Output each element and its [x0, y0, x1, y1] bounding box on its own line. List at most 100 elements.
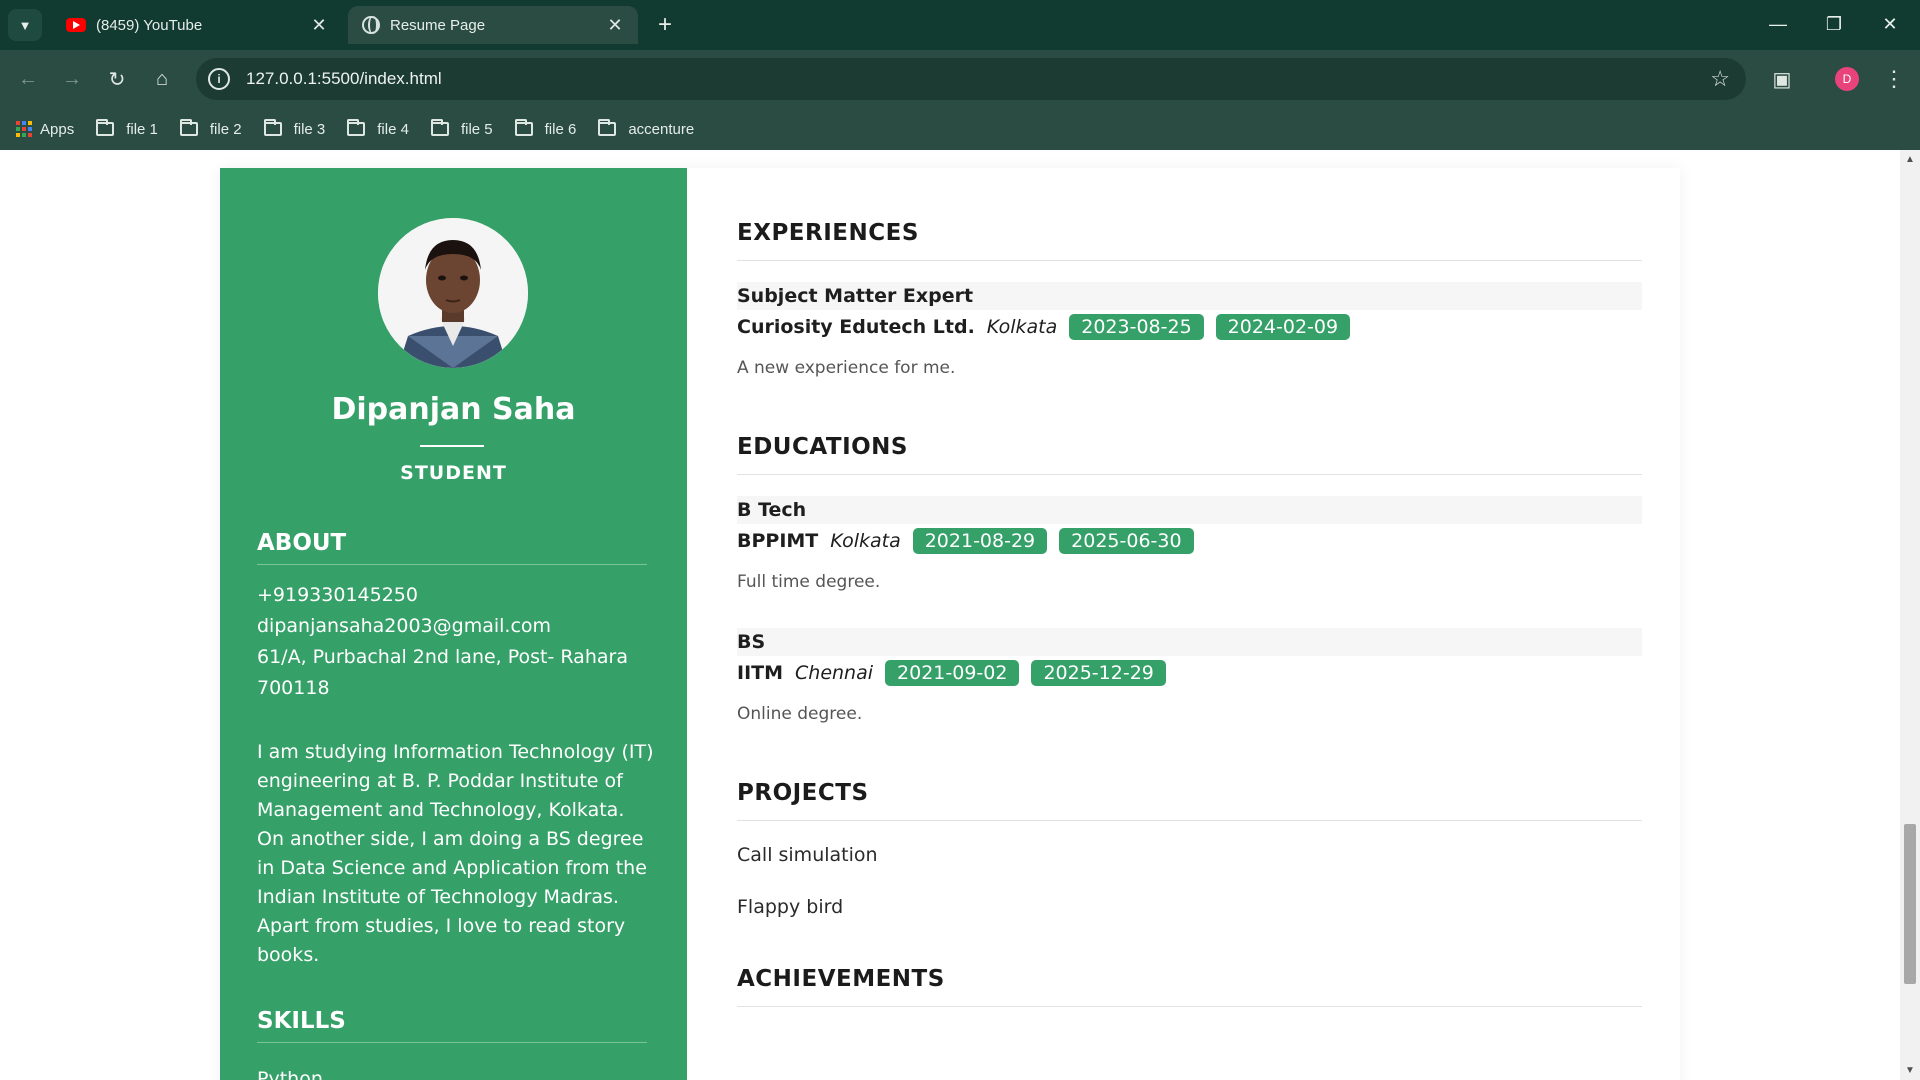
bookmark-label: accenture [628, 120, 695, 138]
restore-button[interactable]: ❐ [1814, 8, 1854, 40]
folder-icon [96, 119, 115, 136]
skills-divider [257, 1042, 647, 1043]
tab-title: Resume Page [390, 16, 486, 34]
person-role: STUDENT [400, 462, 507, 484]
scroll-up-arrow-icon[interactable]: ▲ [1905, 154, 1915, 165]
youtube-icon [66, 18, 86, 32]
home-icon: ⌂ [155, 67, 169, 90]
experience-title: Subject Matter Expert [737, 282, 1642, 310]
folder-icon [347, 119, 366, 136]
reload-button[interactable]: ↻ [101, 63, 133, 95]
arrow-left-icon: ← [18, 67, 38, 90]
project-item: Flappy bird [737, 896, 844, 918]
bookmark-label: Apps [40, 120, 75, 138]
achievements-divider [737, 1006, 1642, 1007]
education-org: IITM [737, 662, 784, 684]
close-icon[interactable]: ✕ [310, 15, 328, 36]
home-button[interactable]: ⌂ [146, 63, 178, 95]
education-meta: BPPIMT Kolkata 2021-08-29 2025-06-30 [737, 528, 1206, 554]
bookmark-label: file 4 [377, 120, 409, 138]
bookmarks-bar: Apps file 1 file 2 file 3 file 4 file 5 … [0, 108, 1920, 150]
back-button[interactable]: ← [12, 63, 44, 95]
profile-avatar[interactable]: D [1835, 67, 1859, 91]
end-date-badge: 2024-02-09 [1215, 314, 1351, 340]
education-location: Kolkata [830, 530, 901, 552]
window-close-button[interactable]: ✕ [1870, 8, 1910, 40]
end-date-badge: 2025-06-30 [1059, 528, 1194, 554]
profile-photo [378, 218, 528, 368]
name-divider [420, 445, 484, 447]
project-item: Call simulation [737, 844, 878, 866]
phone-number[interactable]: +919330145250 [257, 580, 657, 611]
profile-photo-image [378, 218, 528, 368]
chevron-down-icon: ▼ [18, 17, 32, 33]
projects-divider [737, 820, 1642, 821]
tab-strip: ▼ (8459) YouTube ✕ Resume Page ✕ + — ❐ ✕ [0, 0, 1920, 50]
resume-card: Dipanjan Saha STUDENT ABOUT +91933014525… [220, 168, 1680, 1080]
bookmark-folder-file-2[interactable]: file 2 [179, 119, 242, 138]
bookmark-apps[interactable]: Apps [16, 121, 74, 138]
bookmark-label: file 6 [544, 120, 577, 138]
site-info-icon[interactable]: i [208, 68, 230, 90]
folder-icon [430, 119, 449, 136]
address-bar[interactable]: i 127.0.0.1:5500/index.html ☆ [196, 58, 1746, 100]
education-org: BPPIMT [737, 530, 819, 552]
education-location: Chennai [795, 662, 874, 684]
education-description: Full time degree. [737, 572, 881, 592]
experience-meta: Curiosity Edutech Ltd. Kolkata 2023-08-2… [737, 314, 1362, 340]
education-title: BS [737, 628, 1642, 656]
url-text[interactable]: 127.0.0.1:5500/index.html [246, 69, 442, 89]
folder-icon [514, 119, 533, 136]
postal-address: 61/A, Purbachal 2nd lane, Post- Rahara 7… [257, 646, 628, 699]
arrow-right-icon: → [62, 67, 82, 90]
about-heading: ABOUT [257, 530, 347, 556]
end-date-badge: 2025-12-29 [1031, 660, 1166, 686]
bookmark-label: file 5 [460, 120, 493, 138]
browser-toolbar: ← → ↻ ⌂ i 127.0.0.1:5500/index.html ☆ ▣ … [0, 50, 1920, 108]
minimize-button[interactable]: — [1758, 8, 1798, 40]
skills-heading: SKILLS [257, 1008, 346, 1034]
educations-divider [737, 474, 1642, 475]
bookmark-folder-file-1[interactable]: file 1 [96, 119, 158, 138]
folder-icon [179, 119, 198, 136]
bookmark-label: file 3 [293, 120, 326, 138]
bookmark-star-icon[interactable]: ☆ [1710, 66, 1730, 92]
start-date-badge: 2023-08-25 [1069, 314, 1204, 340]
tab-search-button[interactable]: ▼ [8, 9, 42, 41]
resume-sidebar: Dipanjan Saha STUDENT ABOUT +91933014525… [220, 168, 687, 1080]
forward-button[interactable]: → [56, 63, 88, 95]
folder-icon [263, 119, 282, 136]
bookmark-folder-file-5[interactable]: file 5 [430, 119, 493, 138]
bookmark-folder-file-3[interactable]: file 3 [263, 119, 326, 138]
experiences-divider [737, 260, 1642, 261]
projects-heading: PROJECTS [737, 780, 869, 806]
browser-menu-icon[interactable]: ⋮ [1878, 63, 1910, 95]
experiences-heading: EXPERIENCES [737, 220, 919, 246]
extensions-icon[interactable]: ▣ [1766, 63, 1798, 95]
new-tab-button[interactable]: + [650, 10, 680, 40]
start-date-badge: 2021-08-29 [912, 528, 1048, 554]
education-description: Online degree. [737, 704, 863, 724]
experience-location: Kolkata [986, 316, 1058, 338]
scrollbar-thumb[interactable] [1904, 824, 1916, 984]
contact-block: +919330145250 dipanjansaha2003@gmail.com… [257, 580, 657, 704]
tab-youtube[interactable]: (8459) YouTube ✕ [52, 6, 342, 44]
tab-resume-page[interactable]: Resume Page ✕ [348, 6, 638, 44]
bookmark-folder-accenture[interactable]: accenture [598, 119, 695, 138]
bookmark-folder-file-6[interactable]: file 6 [514, 119, 577, 138]
experience-org: Curiosity Edutech Ltd. [737, 316, 975, 338]
close-icon[interactable]: ✕ [606, 15, 624, 36]
page-scrollbar[interactable]: ▲ ▼ [1900, 150, 1920, 1080]
apps-grid-icon [16, 121, 32, 137]
achievements-heading: ACHIEVEMENTS [737, 966, 945, 992]
scroll-down-arrow-icon[interactable]: ▼ [1905, 1065, 1915, 1076]
folder-icon [598, 119, 617, 136]
bookmark-folder-file-4[interactable]: file 4 [347, 119, 409, 138]
start-date-badge: 2021-09-02 [885, 660, 1020, 686]
skill-item: Python [257, 1068, 323, 1080]
email-address[interactable]: dipanjansaha2003@gmail.com [257, 611, 657, 642]
globe-icon [362, 16, 380, 34]
education-meta: IITM Chennai 2021-09-02 2025-12-29 [737, 660, 1178, 686]
bookmark-label: file 1 [126, 120, 158, 138]
reload-icon: ↻ [108, 68, 126, 91]
